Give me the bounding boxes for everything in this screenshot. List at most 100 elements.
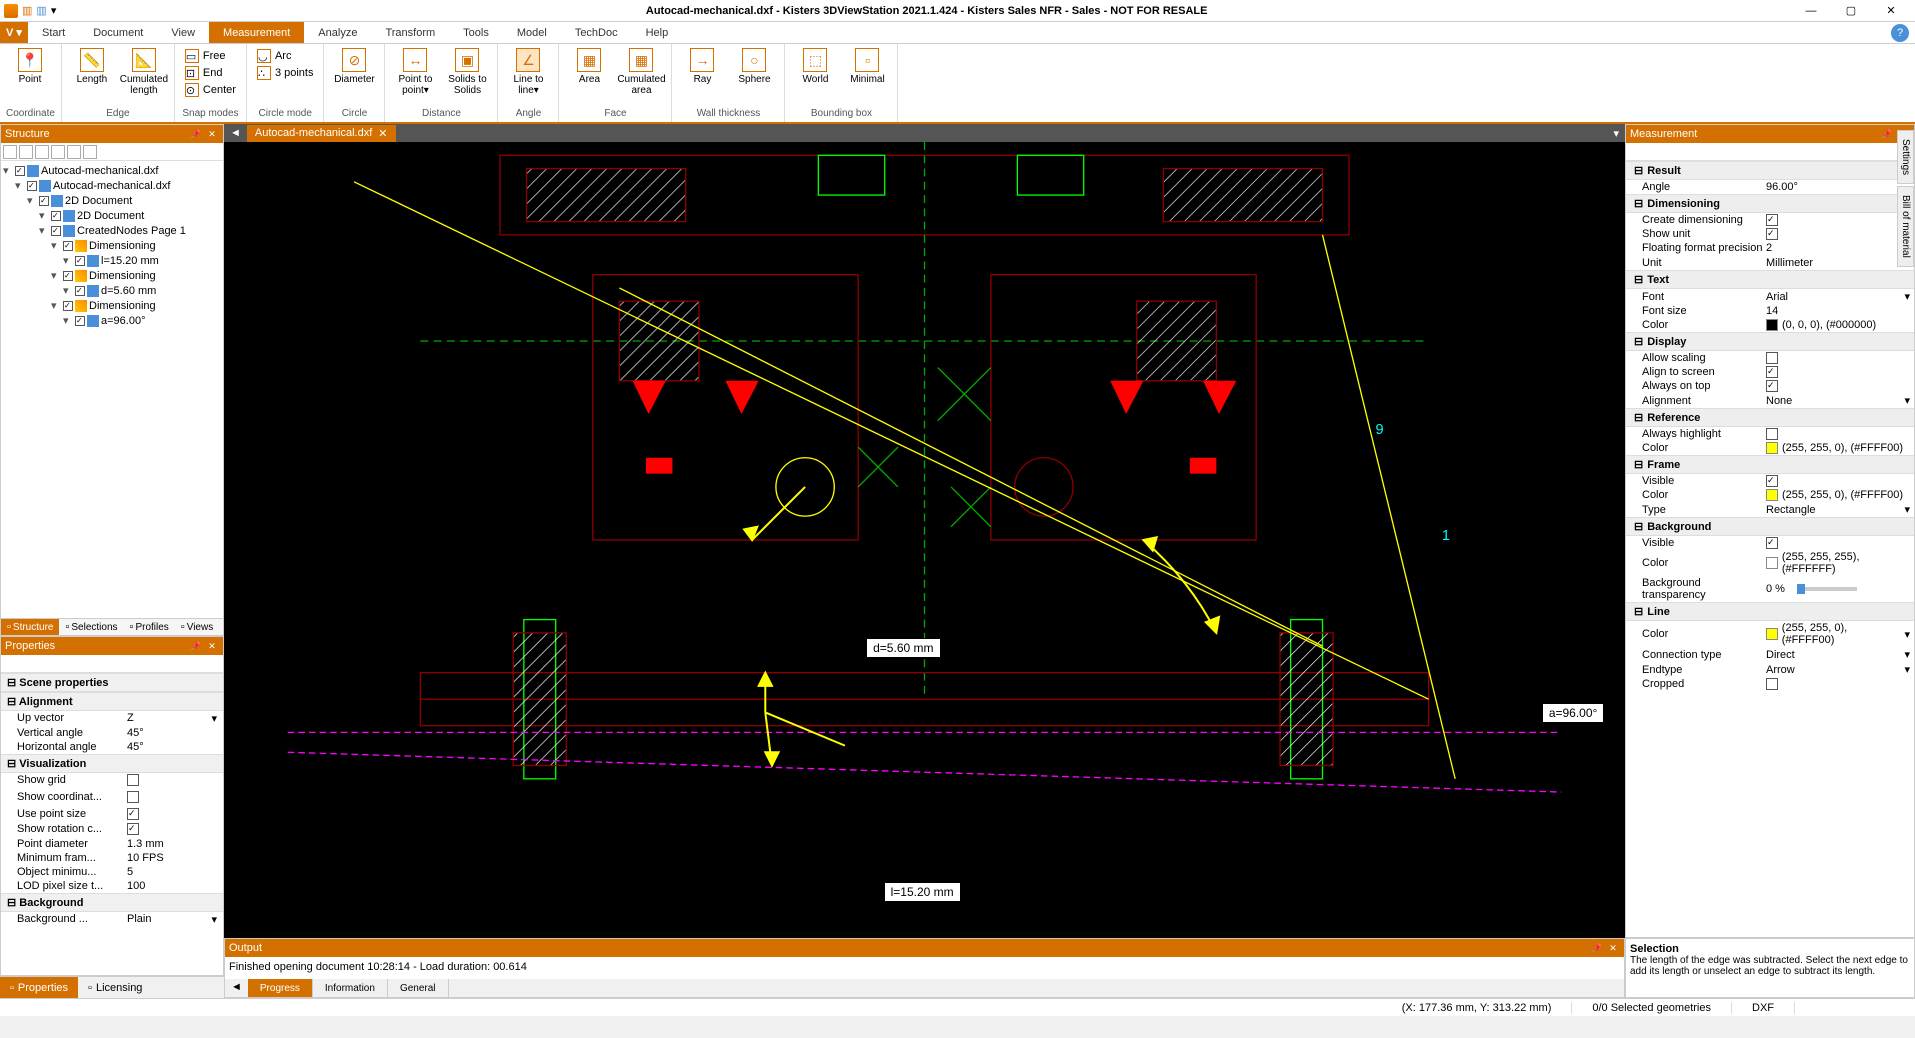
tree-node[interactable]: ▾d=5.60 mm bbox=[3, 283, 221, 298]
menu-document[interactable]: Document bbox=[79, 22, 157, 43]
meas-row[interactable]: Always highlight bbox=[1626, 427, 1914, 441]
ribbon-center[interactable]: ⊙Center bbox=[181, 82, 240, 98]
ribbon-length[interactable]: 📏Length bbox=[68, 46, 116, 85]
meas-row[interactable]: Always on top bbox=[1626, 379, 1914, 393]
close-button[interactable]: ✕ bbox=[1877, 3, 1905, 19]
side-tab-settings[interactable]: Settings bbox=[1897, 130, 1914, 184]
prop-row[interactable]: Point diameter1.3 mm bbox=[1, 837, 223, 851]
qa-icon[interactable]: ▥ bbox=[22, 4, 32, 17]
meas-section[interactable]: ⊟ Display bbox=[1626, 332, 1914, 351]
tab-menu-icon[interactable]: ▾ bbox=[1607, 127, 1625, 140]
prop-row[interactable]: LOD pixel size t...100 bbox=[1, 879, 223, 893]
pin-icon[interactable]: 📌 bbox=[1880, 127, 1894, 141]
tree-btn[interactable] bbox=[83, 145, 97, 159]
ribbon-3-points[interactable]: ∴3 points bbox=[253, 65, 318, 81]
ribbon-point[interactable]: 📍Point bbox=[6, 46, 54, 85]
tree-node[interactable]: ▾Dimensioning bbox=[3, 298, 221, 313]
meas-row[interactable]: Font size14 bbox=[1626, 304, 1914, 318]
close-tab-icon[interactable]: ✕ bbox=[378, 127, 387, 140]
meas-row[interactable]: Background transparency0 % bbox=[1626, 576, 1914, 602]
prop-row[interactable]: Use point size bbox=[1, 807, 223, 822]
qa-icon[interactable]: ▥ bbox=[36, 4, 46, 17]
menu-help[interactable]: Help bbox=[632, 22, 683, 43]
meas-row[interactable]: FontArial ▾ bbox=[1626, 289, 1914, 304]
tree-node[interactable]: ▾l=15.20 mm bbox=[3, 253, 221, 268]
output-tab-information[interactable]: Information bbox=[313, 979, 388, 997]
tree-btn[interactable] bbox=[51, 145, 65, 159]
meas-section[interactable]: ⊟ Line bbox=[1626, 602, 1914, 621]
menu-tools[interactable]: Tools bbox=[449, 22, 503, 43]
prop-row[interactable]: Object minimu...5 bbox=[1, 865, 223, 879]
document-tab[interactable]: Autocad-mechanical.dxf ✕ bbox=[247, 125, 396, 142]
meas-row[interactable]: Color (255, 255, 255), (#FFFFFF) bbox=[1626, 550, 1914, 576]
output-tab-progress[interactable]: Progress bbox=[248, 979, 313, 997]
meas-row[interactable]: Create dimensioning bbox=[1626, 213, 1914, 227]
meas-row[interactable]: Color (0, 0, 0), (#000000) bbox=[1626, 318, 1914, 332]
meas-row[interactable]: Color (255, 255, 0), (#FFFF00) bbox=[1626, 488, 1914, 502]
prop-row[interactable]: Show coordinat... bbox=[1, 790, 223, 807]
ribbon-diameter[interactable]: ⊘Diameter bbox=[330, 46, 378, 85]
pin-icon[interactable]: 📌 bbox=[189, 127, 203, 141]
meas-row[interactable]: Floating format precision2 bbox=[1626, 241, 1914, 255]
prop-section[interactable]: ⊟ Alignment bbox=[1, 692, 223, 711]
meas-row[interactable]: Allow scaling bbox=[1626, 351, 1914, 365]
meas-section[interactable]: ⊟ Frame bbox=[1626, 455, 1914, 474]
tab-scroll-left[interactable]: ◄ bbox=[224, 127, 247, 139]
help-button[interactable]: ? bbox=[1891, 24, 1909, 42]
ribbon-solids-to-solids[interactable]: ▣Solids to Solids bbox=[443, 46, 491, 96]
menu-analyze[interactable]: Analyze bbox=[304, 22, 371, 43]
tree-node[interactable]: ▾a=96.00° bbox=[3, 313, 221, 328]
prop-row[interactable]: Show grid bbox=[1, 773, 223, 790]
meas-row[interactable]: Angle96.00° bbox=[1626, 180, 1914, 194]
dimension-label[interactable]: a=96.00° bbox=[1542, 703, 1605, 723]
property-grid[interactable]: ⊟ Scene properties⊟ AlignmentUp vectorZ … bbox=[1, 673, 223, 975]
prop-section[interactable]: ⊟ Background bbox=[1, 893, 223, 912]
prop-row[interactable]: Vertical angle45° bbox=[1, 726, 223, 740]
ribbon-point-to-point[interactable]: ↔Point to point▾ bbox=[391, 46, 439, 96]
expand-all-button[interactable] bbox=[3, 145, 17, 159]
close-icon[interactable]: ✕ bbox=[205, 127, 219, 141]
meas-row[interactable]: Connection typeDirect ▾ bbox=[1626, 647, 1914, 662]
meas-section[interactable]: ⊟ Reference bbox=[1626, 408, 1914, 427]
menu-techdoc[interactable]: TechDoc bbox=[561, 22, 632, 43]
ribbon-cumulated-area[interactable]: ▦Cumulated area bbox=[617, 46, 665, 96]
ribbon-world[interactable]: ⬚World bbox=[791, 46, 839, 85]
measurement-grid[interactable]: ⊟ ResultAngle96.00°⊟ DimensioningCreate … bbox=[1626, 161, 1914, 937]
tree-node[interactable]: ▾Autocad-mechanical.dxf bbox=[3, 178, 221, 193]
ribbon-area[interactable]: ▦Area bbox=[565, 46, 613, 85]
menu-start[interactable]: Start bbox=[28, 22, 79, 43]
prop-row[interactable]: Horizontal angle45° bbox=[1, 740, 223, 754]
meas-row[interactable]: Show unit bbox=[1626, 227, 1914, 241]
output-tab-general[interactable]: General bbox=[388, 979, 449, 997]
menu-view[interactable]: View bbox=[157, 22, 209, 43]
tree-node[interactable]: ▾Autocad-mechanical.dxf bbox=[3, 163, 221, 178]
meas-row[interactable]: UnitMillimeter ▾ bbox=[1626, 255, 1914, 270]
meas-section[interactable]: ⊟ Text bbox=[1626, 270, 1914, 289]
prop-row[interactable]: Up vectorZ ▾ bbox=[1, 711, 223, 726]
pin-icon[interactable]: 📌 bbox=[189, 639, 203, 653]
ribbon-minimal[interactable]: ▫Minimal bbox=[843, 46, 891, 85]
ribbon-sphere[interactable]: ○Sphere bbox=[730, 46, 778, 85]
meas-row[interactable]: Color (255, 255, 0), (#FFFF00) ▾ bbox=[1626, 621, 1914, 647]
tree-node[interactable]: ▾2D Document bbox=[3, 193, 221, 208]
tree-node[interactable]: ▾Dimensioning bbox=[3, 238, 221, 253]
meas-row[interactable]: Cropped bbox=[1626, 677, 1914, 691]
dimension-label[interactable]: l=15.20 mm bbox=[884, 882, 961, 902]
menu-transform[interactable]: Transform bbox=[371, 22, 449, 43]
tab-structure[interactable]: ▫Structure bbox=[1, 619, 59, 635]
meas-row[interactable]: Visible bbox=[1626, 474, 1914, 488]
pin-icon[interactable]: 📌 bbox=[1590, 941, 1604, 955]
tab-properties[interactable]: ▫Properties bbox=[0, 977, 78, 998]
ribbon-line-to-line[interactable]: ∠Line to line▾ bbox=[504, 46, 552, 96]
side-tab-bill-of-material[interactable]: Bill of material bbox=[1897, 186, 1914, 267]
meas-row[interactable]: AlignmentNone ▾ bbox=[1626, 393, 1914, 408]
tab-licensing[interactable]: ▫Licensing bbox=[78, 977, 152, 998]
prop-row[interactable]: Minimum fram...10 FPS bbox=[1, 851, 223, 865]
ribbon-cumulated-length[interactable]: 📐Cumulated length bbox=[120, 46, 168, 96]
close-icon[interactable]: ✕ bbox=[1606, 941, 1620, 955]
ribbon-end[interactable]: ⊡End bbox=[181, 65, 240, 81]
tree-node[interactable]: ▾CreatedNodes Page 1 bbox=[3, 223, 221, 238]
prop-section[interactable]: ⊟ Scene properties bbox=[1, 673, 223, 692]
tree-view[interactable]: ▾Autocad-mechanical.dxf▾Autocad-mechanic… bbox=[1, 161, 223, 618]
prop-row[interactable]: Show rotation c... bbox=[1, 822, 223, 837]
